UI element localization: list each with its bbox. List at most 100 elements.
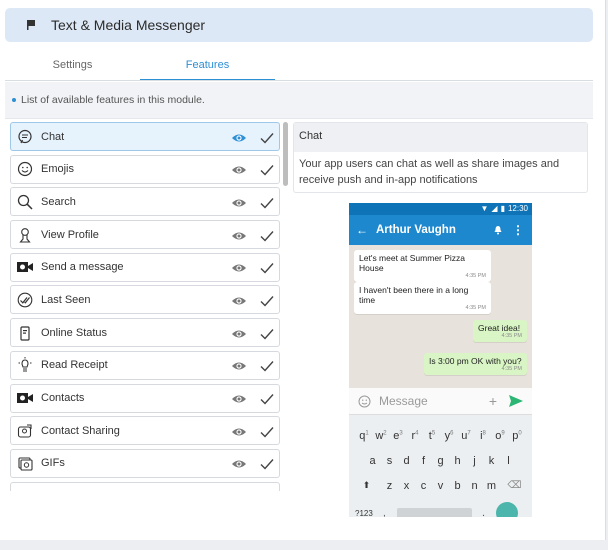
contact-name: Arthur Vaughn [376, 224, 456, 236]
key-h[interactable]: h [449, 455, 466, 467]
check-icon[interactable] [260, 490, 274, 491]
check-icon[interactable] [260, 196, 274, 209]
numbers-key[interactable]: ?123 [355, 509, 383, 518]
period-key[interactable]: . [482, 507, 496, 517]
emoji-icon[interactable] [358, 395, 371, 408]
key-l[interactable]: l [500, 455, 517, 467]
tab-features[interactable]: Features [140, 52, 275, 80]
eye-icon[interactable] [231, 163, 247, 175]
feature-item[interactable]: Last Seen [10, 285, 280, 315]
plus-icon[interactable]: + [489, 393, 497, 409]
key-i[interactable]: i8 [475, 430, 492, 442]
feature-item[interactable]: Contact Sharing [10, 416, 280, 446]
feature-label: Audio/Video Me... [41, 490, 231, 491]
check-icon[interactable] [260, 229, 274, 242]
check-icon[interactable] [260, 359, 274, 372]
shift-key-icon[interactable]: ⬆ [358, 480, 375, 491]
key-n[interactable]: n [466, 480, 483, 492]
module-title: Text & Media Messenger [51, 17, 206, 33]
message-input[interactable]: Message [379, 394, 489, 408]
feature-item[interactable]: Search [10, 187, 280, 217]
space-key[interactable] [397, 507, 472, 517]
key-b[interactable]: b [449, 480, 466, 492]
key-c[interactable]: c [415, 480, 432, 492]
bullet-icon [12, 98, 16, 102]
feature-label: View Profile [41, 228, 99, 241]
key-x[interactable]: x [398, 480, 415, 492]
eye-icon[interactable] [231, 327, 247, 339]
key-y[interactable]: y6 [441, 430, 458, 442]
eye-icon[interactable] [231, 392, 247, 404]
key-f[interactable]: f [415, 455, 432, 467]
send-icon[interactable] [509, 395, 523, 407]
phone-preview: ▼ ◢ ▮ 12:30 ← Arthur Vaughn ⋮ Let's meet at… [349, 203, 532, 517]
scrollbar-thumb[interactable] [283, 122, 288, 186]
feature-item[interactable]: Send a message [10, 252, 280, 282]
message-time: 4:35 PM [501, 366, 522, 372]
eye-icon[interactable] [231, 131, 247, 143]
message-bubble-outgoing: Is 3:00 pm OK with you? 4:35 PM [424, 353, 527, 375]
key-a[interactable]: a [364, 455, 381, 467]
comma-key[interactable]: , [383, 508, 395, 518]
check-icon[interactable] [260, 425, 274, 438]
feature-label: Contact Sharing [41, 424, 120, 437]
eye-icon[interactable] [231, 229, 247, 241]
feature-item[interactable]: View Profile [10, 220, 280, 250]
eye-icon[interactable] [231, 196, 247, 208]
key-k[interactable]: k [483, 455, 500, 467]
phone-status-bar: ▼ ◢ ▮ 12:30 [349, 203, 532, 215]
detail-title: Chat [294, 123, 587, 152]
backspace-key-icon[interactable]: ⌫ [506, 480, 523, 491]
feature-item[interactable]: Emojis [10, 154, 280, 184]
key-v[interactable]: v [432, 480, 449, 492]
check-icon[interactable] [260, 294, 274, 307]
feature-item[interactable]: Online Status [10, 318, 280, 348]
key-j[interactable]: j [466, 455, 483, 467]
message-bubble-outgoing: Great idea! 4:35 PM [473, 320, 527, 342]
key-m[interactable]: m [483, 480, 500, 492]
key-z[interactable]: z [381, 480, 398, 492]
key-t[interactable]: t5 [424, 430, 441, 442]
key-q[interactable]: q1 [356, 430, 373, 442]
feature-item[interactable]: GIFs [10, 448, 280, 478]
feature-item[interactable]: Audio/Video Me... [10, 481, 280, 491]
check-icon[interactable] [260, 457, 274, 470]
key-label: f [421, 454, 426, 467]
key-w[interactable]: w2 [373, 430, 390, 442]
eye-icon[interactable] [231, 294, 247, 306]
eye-icon[interactable] [231, 425, 247, 437]
feature-item[interactable]: Read Receipt [10, 350, 280, 380]
more-options-icon[interactable]: ⋮ [512, 223, 524, 237]
eye-icon[interactable] [231, 457, 247, 469]
check-icon[interactable] [260, 163, 274, 176]
back-arrow-icon[interactable]: ← [356, 223, 368, 237]
key-label: n [471, 479, 478, 492]
key-r[interactable]: r4 [407, 430, 424, 442]
key-u[interactable]: u7 [458, 430, 475, 442]
check-icon[interactable] [260, 261, 274, 274]
feature-label: Chat [41, 130, 65, 143]
message-composer: Message + [349, 388, 532, 415]
key-label: l [507, 454, 510, 467]
key-d[interactable]: d [398, 455, 415, 467]
keyboard-row: ⬆ z x c v b n m ⌫ [349, 473, 532, 498]
enter-key[interactable] [496, 502, 518, 517]
feature-item[interactable]: Contacts [10, 383, 280, 413]
info-bar: List of available features in this modul… [5, 82, 593, 119]
eye-icon[interactable] [231, 359, 247, 371]
tab-settings[interactable]: Settings [5, 52, 140, 80]
check-icon[interactable] [260, 131, 274, 144]
key-o[interactable]: o9 [492, 430, 509, 442]
feature-item[interactable]: Chat [10, 122, 280, 151]
eye-icon[interactable] [231, 261, 247, 273]
list-scrollbar[interactable] [283, 122, 288, 491]
key-s[interactable]: s [381, 455, 398, 467]
eye-icon[interactable] [231, 490, 247, 491]
key-hint: 2 [383, 429, 387, 436]
key-e[interactable]: e3 [390, 430, 407, 442]
check-icon[interactable] [260, 392, 274, 405]
check-icon[interactable] [260, 327, 274, 340]
key-g[interactable]: g [432, 455, 449, 467]
key-p[interactable]: p0 [509, 430, 526, 442]
bell-icon[interactable] [493, 225, 503, 235]
